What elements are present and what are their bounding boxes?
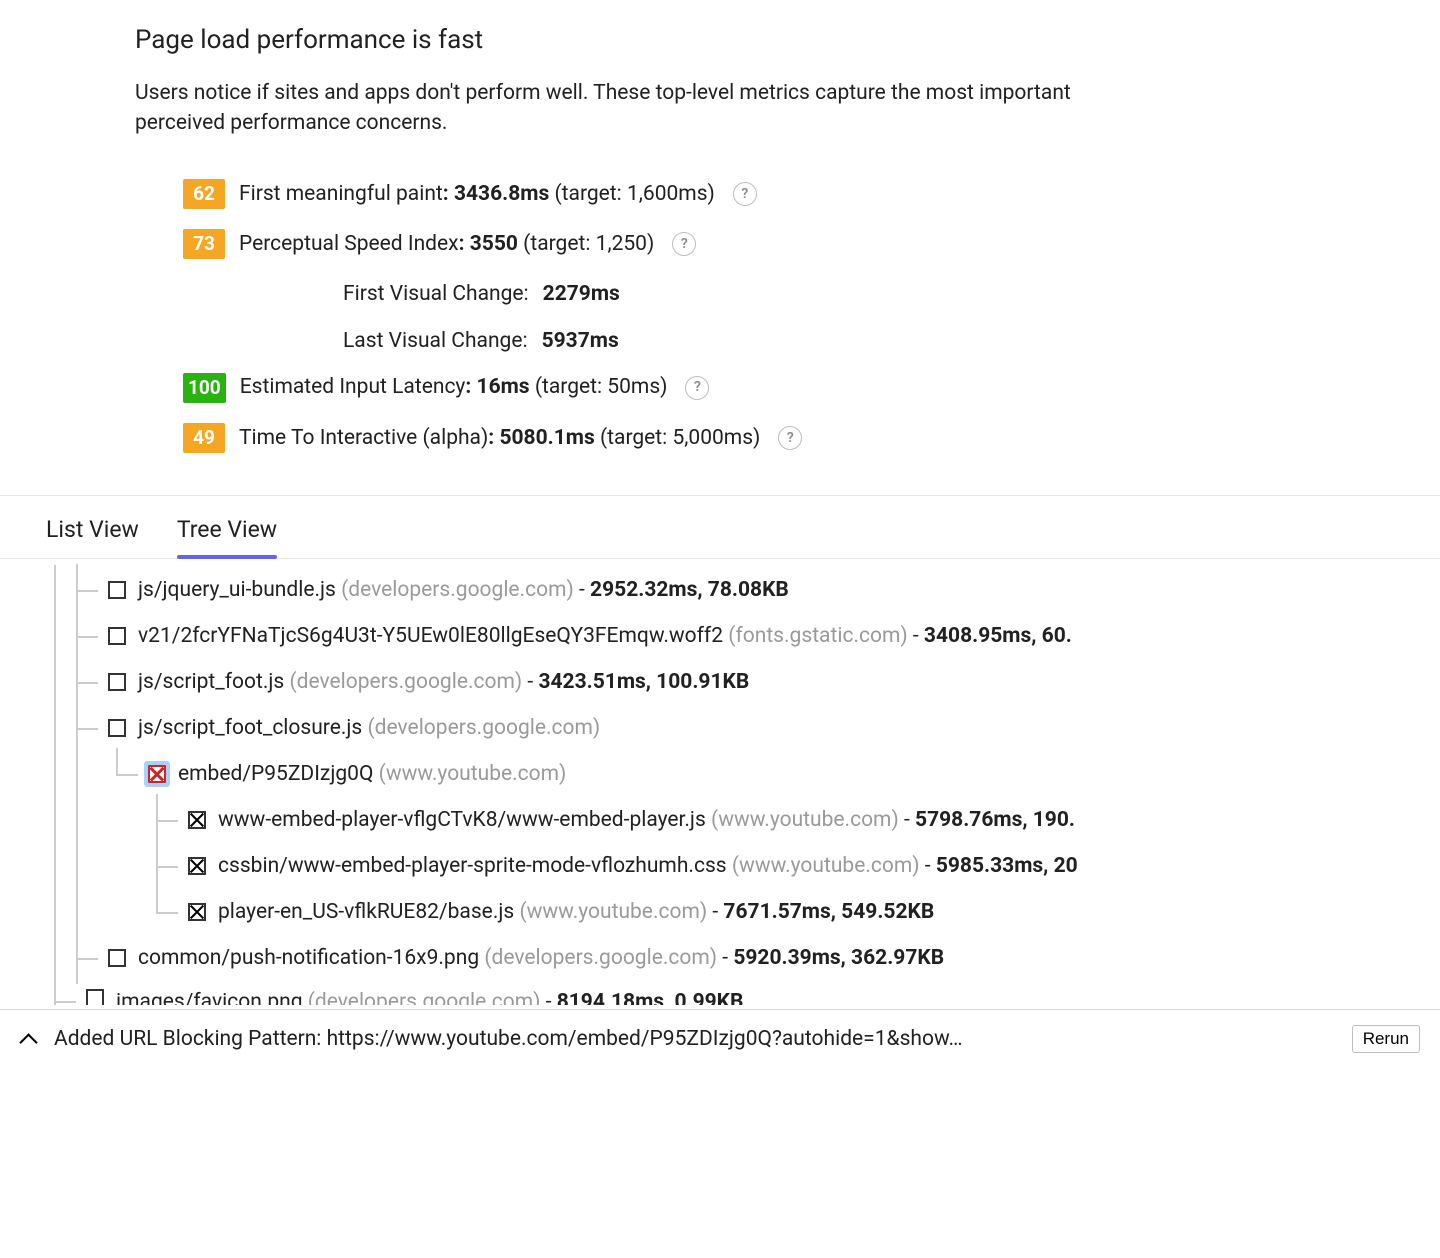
help-icon[interactable]: ?: [672, 232, 696, 256]
help-icon[interactable]: ?: [778, 426, 802, 450]
block-checkbox[interactable]: [108, 627, 126, 645]
resource-path: js/jquery_ui-bundle.js: [138, 578, 336, 602]
metric-value: 16ms: [477, 375, 530, 399]
metric-label: First meaningful paint: [239, 182, 443, 206]
tree-row[interactable]: cssbin/www-embed-player-sprite-mode-vflo…: [46, 843, 1440, 889]
resource-path: www-embed-player-vflgCTvK8/www-embed-pla…: [218, 808, 706, 832]
metric-target: (target: 50ms): [535, 375, 668, 399]
resource-domain: (developers.google.com): [289, 670, 522, 694]
sub-metric-last-visual-change: Last Visual Change: 5937ms: [343, 326, 1305, 356]
block-checkbox[interactable]: [108, 719, 126, 737]
resource-domain: (www.youtube.com): [711, 808, 899, 832]
resource-domain: (developers.google.com): [308, 990, 541, 1005]
block-checkbox[interactable]: [108, 581, 126, 599]
tab-list-view[interactable]: List View: [46, 499, 139, 558]
tree-row[interactable]: player-en_US-vflkRUE82/base.js (www.yout…: [46, 889, 1440, 935]
metric-label: Time To Interactive (alpha): [239, 426, 488, 450]
tree-row[interactable]: js/script_foot_closure.js (developers.go…: [46, 705, 1440, 751]
metric-estimated-input-latency[interactable]: 100 Estimated Input Latency: 16ms (targe…: [183, 372, 1305, 402]
tree-view-panel: js/jquery_ui-bundle.js (developers.googl…: [0, 559, 1440, 1009]
block-checkbox-blocked[interactable]: [188, 903, 206, 921]
resource-path: player-en_US-vflkRUE82/base.js: [218, 900, 514, 924]
score-badge: 49: [183, 423, 225, 453]
resource-stats: 5920.39ms, 362.97KB: [733, 946, 944, 970]
tree-row[interactable]: images/favicon.png (developers.google.co…: [46, 981, 1440, 1005]
metric-text: First meaningful paint: 3436.8ms (target…: [239, 179, 715, 209]
tree-row[interactable]: common/push-notification-16x9.png (devel…: [46, 935, 1440, 981]
metric-value: 5080.1ms: [499, 426, 594, 450]
status-bar: Added URL Blocking Pattern: https://www.…: [0, 1009, 1440, 1068]
score-badge: 62: [183, 179, 225, 209]
resource-domain: (developers.google.com): [367, 716, 600, 740]
resource-domain: (www.youtube.com): [379, 762, 567, 786]
sub-metric-value: 5937ms: [542, 326, 619, 356]
block-checkbox-blocked[interactable]: [188, 811, 206, 829]
tree-row[interactable]: v21/2fcrYFNaTjcS6g4U3t-Y5UEw0lE80llgEseQ…: [46, 613, 1440, 659]
resource-path: js/script_foot.js: [138, 670, 284, 694]
score-badge: 100: [183, 373, 226, 403]
metric-label: Estimated Input Latency: [240, 375, 466, 399]
metric-value: 3550: [470, 232, 518, 256]
metric-time-to-interactive[interactable]: 49 Time To Interactive (alpha): 5080.1ms…: [183, 423, 1305, 453]
metric-text: Perceptual Speed Index: 3550 (target: 1,…: [239, 229, 654, 259]
resource-stats: 2952.32ms, 78.08KB: [590, 578, 789, 602]
resource-stats: 5985.33ms, 20: [936, 854, 1078, 878]
tab-tree-view[interactable]: Tree View: [177, 499, 277, 558]
resource-domain: (www.youtube.com): [519, 900, 707, 924]
resource-domain: (developers.google.com): [341, 578, 574, 602]
resource-path: images/favicon.png: [116, 990, 303, 1005]
resource-domain: (fonts.gstatic.com): [728, 624, 907, 648]
help-icon[interactable]: ?: [733, 182, 757, 206]
block-checkbox[interactable]: [108, 673, 126, 691]
resource-stats: 3408.95ms, 60.: [924, 624, 1072, 648]
metric-value: 3436.8ms: [454, 182, 549, 206]
resource-domain: (www.youtube.com): [732, 854, 920, 878]
resource-path: cssbin/www-embed-player-sprite-mode-vflo…: [218, 854, 727, 878]
metric-first-meaningful-paint[interactable]: 62 First meaningful paint: 3436.8ms (tar…: [183, 179, 1305, 209]
metric-text: Estimated Input Latency: 16ms (target: 5…: [240, 372, 668, 402]
sub-metric-label: Last Visual Change:: [343, 326, 528, 356]
block-checkbox-blocked[interactable]: [188, 857, 206, 875]
tree-row[interactable]: js/jquery_ui-bundle.js (developers.googl…: [46, 567, 1440, 613]
metric-label: Perceptual Speed Index: [239, 232, 459, 256]
resource-stats: 7671.57ms, 549.52KB: [723, 900, 934, 924]
sub-metric-value: 2279ms: [543, 279, 620, 309]
resource-stats: 5798.76ms, 190.: [915, 808, 1075, 832]
resource-path: js/script_foot_closure.js: [138, 716, 362, 740]
rerun-button[interactable]: Rerun: [1352, 1025, 1420, 1053]
block-checkbox-blocked[interactable]: [148, 765, 166, 783]
score-badge: 73: [183, 229, 225, 259]
help-icon[interactable]: ?: [685, 376, 709, 400]
page-title: Page load performance is fast: [135, 22, 1305, 60]
metric-perceptual-speed-index[interactable]: 73 Perceptual Speed Index: 3550 (target:…: [183, 229, 1305, 259]
block-checkbox[interactable]: [108, 949, 126, 967]
resource-stats: 8194.18ms, 0.99KB: [557, 990, 744, 1005]
tree-row[interactable]: www-embed-player-vflgCTvK8/www-embed-pla…: [46, 797, 1440, 843]
block-checkbox[interactable]: [86, 989, 104, 1005]
page-description: Users notice if sites and apps don't per…: [135, 78, 1095, 139]
metric-text: Time To Interactive (alpha): 5080.1ms (t…: [239, 423, 760, 453]
sub-metric-label: First Visual Change:: [343, 279, 529, 309]
resource-path: common/push-notification-16x9.png: [138, 946, 479, 970]
resource-stats: 3423.51ms, 100.91KB: [538, 670, 749, 694]
status-message: Added URL Blocking Pattern: https://www.…: [54, 1024, 1336, 1054]
metric-target: (target: 1,250): [523, 232, 654, 256]
metric-target: (target: 1,600ms): [554, 182, 714, 206]
resource-path: v21/2fcrYFNaTjcS6g4U3t-Y5UEw0lE80llgEseQ…: [138, 624, 723, 648]
metrics-list: 62 First meaningful paint: 3436.8ms (tar…: [183, 179, 1305, 454]
resource-domain: (developers.google.com): [484, 946, 717, 970]
tree-row[interactable]: embed/P95ZDIzjg0Q (www.youtube.com): [46, 751, 1440, 797]
chevron-up-icon[interactable]: [20, 1030, 38, 1048]
resource-path: embed/P95ZDIzjg0Q: [178, 762, 373, 786]
tree-row[interactable]: js/script_foot.js (developers.google.com…: [46, 659, 1440, 705]
sub-metric-first-visual-change: First Visual Change: 2279ms: [343, 279, 1305, 309]
metric-target: (target: 5,000ms): [600, 426, 760, 450]
report-header: Page load performance is fast Users noti…: [0, 0, 1440, 481]
view-tabs: List View Tree View: [0, 495, 1440, 559]
